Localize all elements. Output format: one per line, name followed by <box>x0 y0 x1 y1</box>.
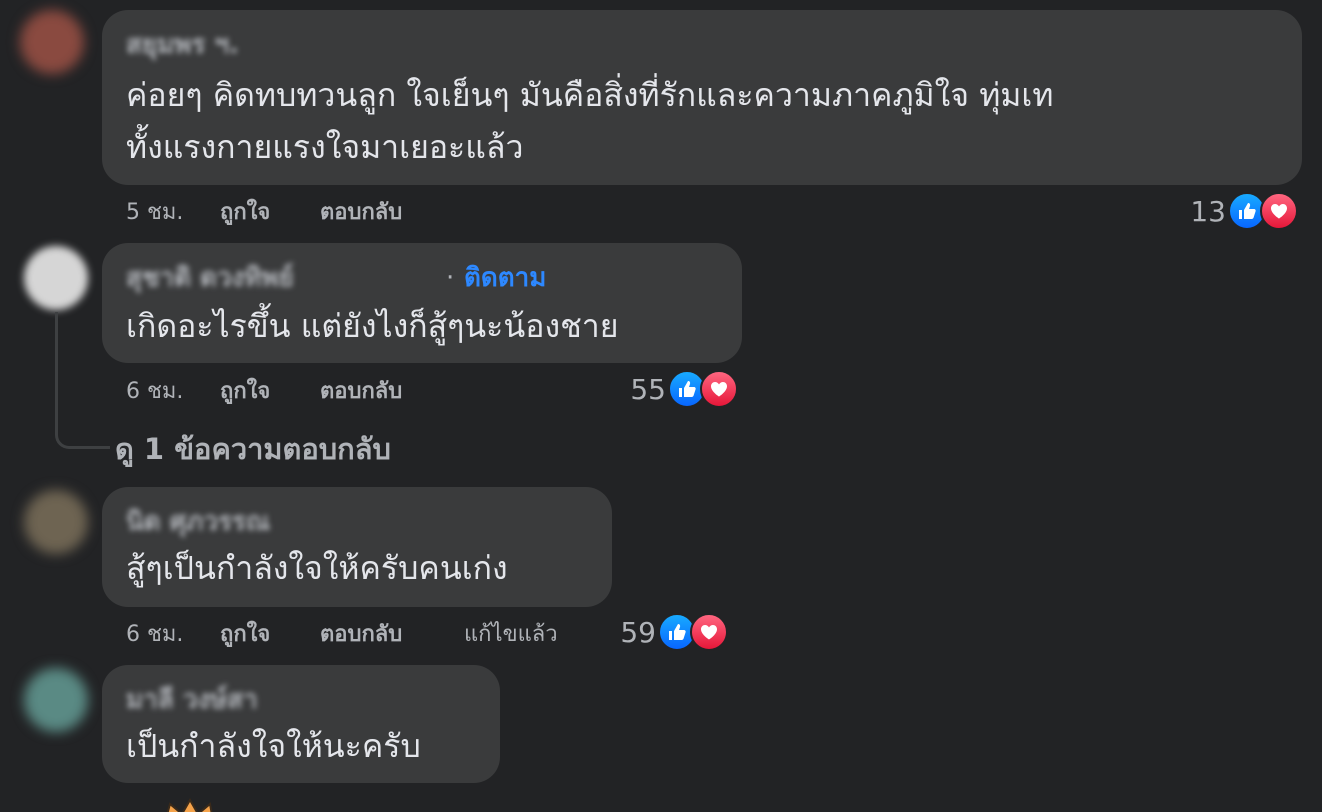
reply-thread-line <box>55 312 110 449</box>
follow-button[interactable]: ติดตาม <box>464 263 546 293</box>
comment-bubble: สยุมพร ฯ. ค่อยๆ คิดทบทวนลูก ใจเย็นๆ มันค… <box>102 10 1302 185</box>
avatar[interactable] <box>20 10 84 74</box>
comment-text-line: ทั้งแรงกายแรงใจมาเยอะแล้ว <box>126 128 524 166</box>
reaction-count[interactable]: 55 <box>616 373 666 407</box>
comment-text-line: เกิดอะไรขึ้น แต่ยังไงก็สู้ๆนะน้องชาย <box>126 307 619 345</box>
separator-dot: · <box>446 263 455 293</box>
avatar[interactable] <box>24 246 88 310</box>
view-replies-link[interactable]: ดู 1 ข้อความตอบกลับ <box>115 431 391 467</box>
comment-text-line: สู้ๆเป็นกำลังใจให้ครับคนเก่ง <box>126 549 508 587</box>
like-button[interactable]: ถูกใจ <box>220 377 270 407</box>
reaction-count[interactable]: 59 <box>606 616 656 650</box>
comment-author[interactable]: สยุมพร ฯ. <box>126 30 239 60</box>
comment-bubble: สุชาติ ดวงทิพย์ · ติดตาม เกิดอะไรขึ้น แต… <box>102 243 742 363</box>
comment-bubble: มาลี วงษ์สา เป็นกำลังใจให้นะครับ <box>102 665 500 783</box>
comment-timestamp[interactable]: 5 ชม. <box>126 198 183 228</box>
comment-author[interactable]: นิด ศุภวรรณ <box>126 507 270 537</box>
avatar[interactable] <box>24 490 88 554</box>
like-button[interactable]: ถูกใจ <box>220 198 270 228</box>
reply-button[interactable]: ตอบกลับ <box>320 377 402 407</box>
reply-button[interactable]: ตอบกลับ <box>320 620 402 650</box>
reaction-count[interactable]: 13 <box>1180 195 1226 229</box>
comment-timestamp[interactable]: 6 ชม. <box>126 377 183 407</box>
avatar[interactable] <box>24 668 88 732</box>
like-button[interactable]: ถูกใจ <box>220 620 270 650</box>
comment-timestamp[interactable]: 6 ชม. <box>126 620 183 650</box>
heart-icon[interactable] <box>1260 192 1298 230</box>
sticker-image <box>160 796 216 812</box>
heart-icon[interactable] <box>690 613 728 651</box>
comment-author[interactable]: สุชาติ ดวงทิพย์ <box>126 263 442 293</box>
heart-icon[interactable] <box>700 370 738 408</box>
comment-bubble: นิด ศุภวรรณ สู้ๆเป็นกำลังใจให้ครับคนเก่ง <box>102 487 612 607</box>
reply-button[interactable]: ตอบกลับ <box>320 198 402 228</box>
comment-text-line: ค่อยๆ คิดทบทวนลูก ใจเย็นๆ มันคือสิ่งที่ร… <box>126 76 1054 114</box>
edited-label: แก้ไขแล้ว <box>464 622 558 647</box>
comment-author[interactable]: มาลี วงษ์สา <box>126 685 258 715</box>
comment-text-line: เป็นกำลังใจให้นะครับ <box>126 727 421 765</box>
